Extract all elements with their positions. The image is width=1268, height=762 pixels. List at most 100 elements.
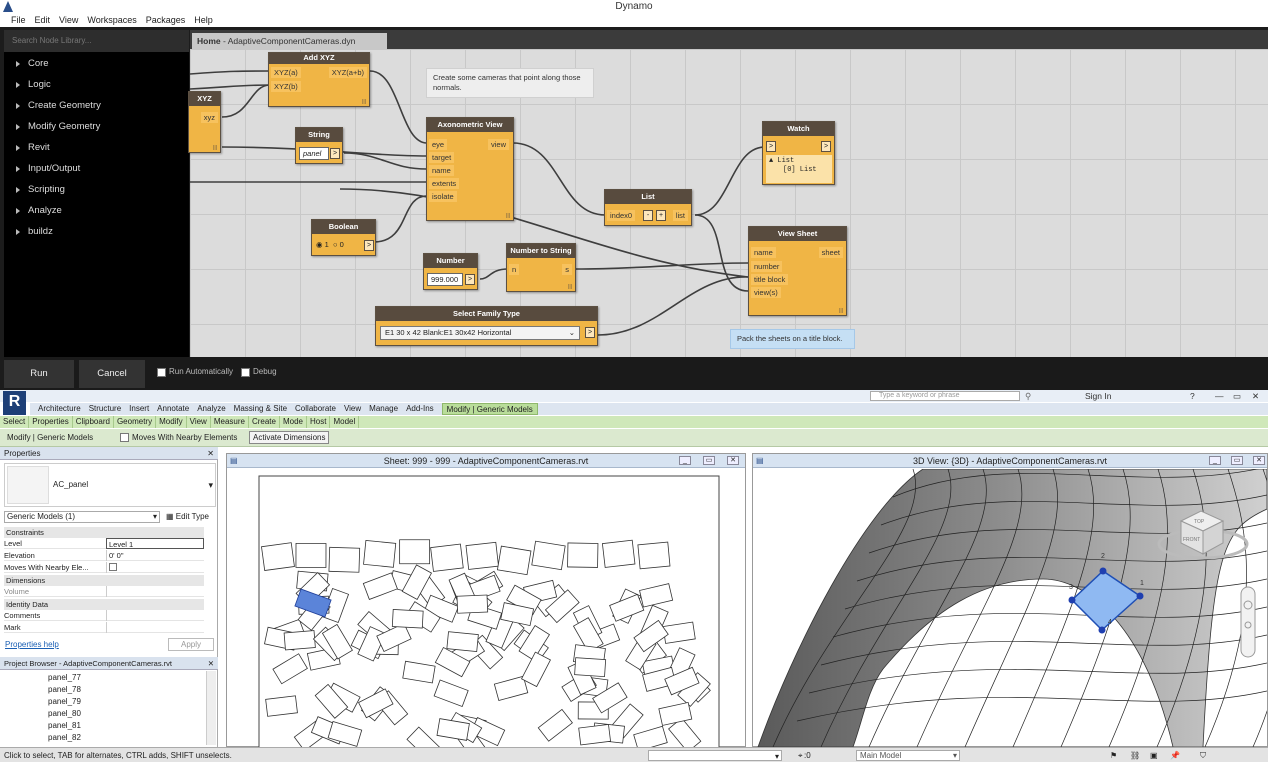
moves-checkbox[interactable] — [109, 563, 117, 571]
menu-file[interactable]: File — [11, 14, 26, 27]
browser-item[interactable]: panel_80 — [48, 708, 81, 719]
number-value-input[interactable]: 999.000 — [427, 273, 463, 286]
prop-row-comments[interactable]: Comments — [4, 610, 204, 621]
section-identity-data[interactable]: Identity Data — [4, 599, 204, 610]
sheet-viewport[interactable] — [531, 540, 566, 571]
tab-insert[interactable]: Insert — [129, 403, 149, 415]
library-item-modify-geometry[interactable]: Modify Geometry — [4, 117, 189, 137]
panel-measure[interactable]: Measure — [211, 416, 249, 428]
menu-help[interactable]: Help — [194, 14, 213, 27]
node-add-xyz[interactable]: Add XYZ XYZ(a) XYZ(b) XYZ(a+b) ||| — [268, 52, 370, 107]
radio-checked-icon[interactable]: ◉ — [316, 240, 323, 249]
type-selector[interactable]: AC_panel ▾ — [4, 463, 216, 507]
tab-manage[interactable]: Manage — [369, 403, 398, 415]
section-dimensions[interactable]: Dimensions — [4, 575, 204, 586]
input-port-number[interactable]: number — [751, 261, 783, 272]
tab-structure[interactable]: Structure — [89, 403, 121, 415]
panel-modify[interactable]: Modify — [156, 416, 187, 428]
menu-edit[interactable]: Edit — [35, 14, 51, 27]
instance-filter-dropdown[interactable]: Generic Models (1) ▾ — [4, 511, 160, 523]
restore-icon[interactable]: ▭ — [703, 456, 715, 465]
node-number[interactable]: Number 999.000 > — [423, 253, 478, 290]
input-port-views[interactable]: view(s) — [751, 287, 781, 298]
close-icon[interactable]: ✕ — [727, 456, 739, 465]
sheet-viewport[interactable] — [265, 695, 298, 717]
prop-row-moves[interactable]: Moves With Nearby Ele... — [4, 562, 204, 573]
select-pinned-icon[interactable]: 📌 — [1170, 748, 1180, 762]
node-list[interactable]: List index0 - + list — [604, 189, 692, 226]
sheet-viewport[interactable] — [601, 539, 636, 568]
panel-create[interactable]: Create — [249, 416, 280, 428]
sign-in-button[interactable]: Sign In — [1085, 390, 1111, 402]
library-item-revit[interactable]: Revit — [4, 138, 189, 158]
editable-only-icon[interactable]: ⚑ — [1110, 748, 1117, 762]
panel-host[interactable]: Host — [307, 416, 331, 428]
tab-massing[interactable]: Massing & Site — [234, 403, 287, 415]
elevation-value[interactable]: 0' 0" — [106, 550, 204, 561]
tab-analyze[interactable]: Analyze — [197, 403, 225, 415]
sheet-view-window[interactable]: Sheet: 999 - 999 - AdaptiveComponentCame… — [226, 453, 746, 747]
restore-icon[interactable]: ▭ — [1231, 456, 1243, 465]
output-port-view[interactable]: view — [487, 139, 509, 150]
sheet-viewport[interactable] — [574, 657, 607, 678]
mark-value-input[interactable] — [106, 622, 204, 633]
node-number-to-string[interactable]: Number to String n s ||| — [506, 243, 576, 292]
browser-item[interactable]: panel_79 — [48, 696, 81, 707]
input-port-name[interactable]: name — [429, 165, 454, 176]
revit-logo-icon[interactable]: R — [3, 391, 26, 415]
panel-view[interactable]: View — [187, 416, 211, 428]
sheet-viewport[interactable] — [391, 609, 424, 629]
panel-mode[interactable]: Mode — [280, 416, 307, 428]
sheet-viewport[interactable] — [567, 542, 599, 568]
family-type-dropdown[interactable]: E1 30 x 42 Blank:E1 30x42 Horizontal ⌄ — [380, 326, 580, 340]
input-port-watch[interactable]: > — [766, 141, 776, 152]
close-icon[interactable]: ✕ — [1253, 456, 1265, 465]
remove-input-button[interactable]: - — [643, 210, 653, 221]
browser-item[interactable]: panel_78 — [48, 684, 81, 695]
prop-row-mark[interactable]: Mark — [4, 622, 204, 633]
sheet-viewport[interactable] — [363, 539, 397, 568]
sheet-viewport[interactable] — [465, 541, 499, 570]
minimize-icon[interactable]: — — [1215, 390, 1224, 402]
browser-item[interactable]: panel_77 — [48, 672, 81, 683]
panel-select[interactable]: Select — [0, 416, 30, 428]
node-select-family-type[interactable]: Select Family Type E1 30 x 42 Blank:E1 3… — [375, 306, 598, 346]
tab-modify-generic-models[interactable]: Modify | Generic Models — [441, 403, 538, 415]
select-underlay-icon[interactable]: ▣ — [1150, 748, 1158, 762]
3d-model-viewport[interactable]: 1 2 3 4 TOP FRONT — [753, 469, 1267, 747]
help-icon[interactable]: ? — [1190, 390, 1195, 402]
library-search-input[interactable]: Search Node Library... — [4, 30, 189, 52]
node-xyz[interactable]: XYZ xyz ||| — [188, 91, 221, 153]
minimize-icon[interactable]: _ — [1209, 456, 1221, 465]
output-port-sheet[interactable]: sheet — [818, 247, 843, 258]
input-port-name[interactable]: name — [751, 247, 776, 258]
design-option-dropdown[interactable]: Main Model ▾ — [856, 750, 960, 761]
browser-scrollbar[interactable] — [206, 671, 216, 745]
revit-search-input[interactable]: Type a keyword or phrase — [870, 391, 1020, 401]
node-view-sheet[interactable]: View Sheet name number title block view(… — [748, 226, 847, 316]
input-port-isolate[interactable]: isolate — [429, 191, 457, 202]
menu-view[interactable]: View — [59, 14, 78, 27]
close-icon[interactable]: ✕ — [1252, 390, 1259, 402]
select-links-icon[interactable]: ⛓ — [1130, 748, 1140, 762]
boolean-radio-group[interactable]: ◉ 1 ○ 0 — [316, 240, 344, 249]
output-port-watch[interactable]: > — [821, 141, 831, 152]
minimize-icon[interactable]: _ — [679, 456, 691, 465]
tab-architecture[interactable]: Architecture — [38, 403, 81, 415]
string-value-input[interactable]: panel — [299, 147, 329, 160]
library-item-logic[interactable]: Logic — [4, 75, 189, 95]
node-boolean[interactable]: Boolean ◉ 1 ○ 0 > — [311, 219, 376, 256]
workspace-tab[interactable]: Home - AdaptiveComponentCameras.dyn — [192, 33, 387, 50]
output-port-s[interactable]: s — [562, 264, 572, 275]
output-port-list[interactable]: list — [672, 210, 688, 221]
browser-item[interactable]: panel_82 — [48, 732, 81, 743]
note-sheets[interactable]: Pack the sheets on a title block. — [730, 329, 855, 349]
radio-unchecked-icon[interactable]: ○ — [333, 240, 338, 249]
browser-item[interactable]: panel_81 — [48, 720, 81, 731]
properties-help-link[interactable]: Properties help — [5, 640, 59, 649]
prop-row-elevation[interactable]: Elevation 0' 0" — [4, 550, 204, 561]
sheet-viewport[interactable] — [328, 546, 361, 573]
output-port-family-type[interactable]: > — [585, 327, 595, 338]
sheet-viewport[interactable] — [446, 631, 479, 652]
section-constraints[interactable]: Constraints — [4, 527, 204, 538]
